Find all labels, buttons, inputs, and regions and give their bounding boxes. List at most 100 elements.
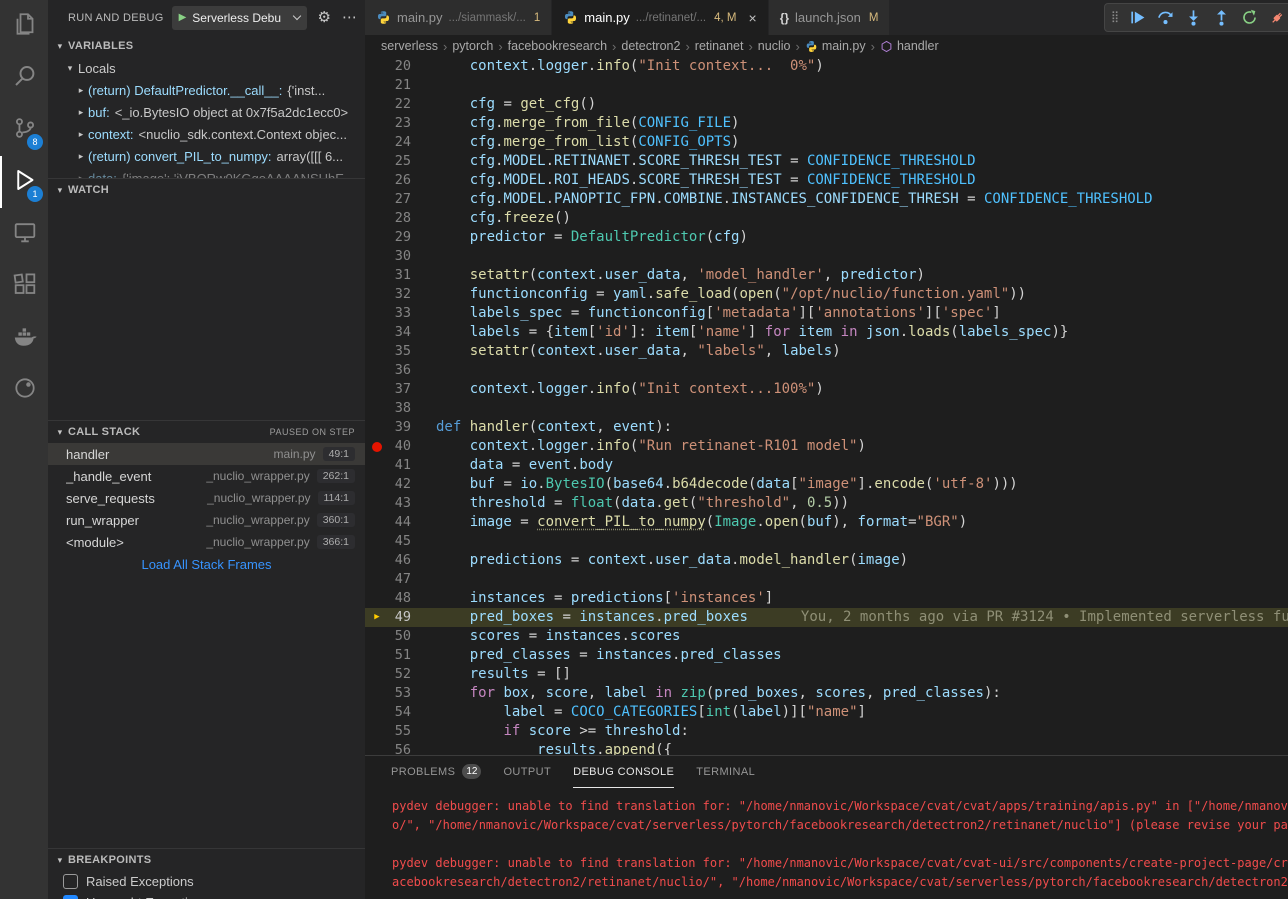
line-number[interactable]: 28	[389, 209, 411, 228]
code-editor[interactable]: 20 context.logger.info("Init context... …	[365, 57, 1288, 755]
line-number[interactable]: 36	[389, 361, 411, 380]
line-number[interactable]: 50	[389, 627, 411, 646]
code-line-31[interactable]: 31 setattr(context.user_data, 'model_han…	[365, 266, 1288, 285]
code-line-40[interactable]: 40 context.logger.info("Run retinanet-R1…	[365, 437, 1288, 456]
restart-button[interactable]	[1239, 8, 1259, 28]
line-number[interactable]: 39	[389, 418, 411, 437]
line-number[interactable]: 51	[389, 646, 411, 665]
activity-item-explorer[interactable]	[0, 0, 48, 52]
code-line-28[interactable]: 28 cfg.freeze()	[365, 209, 1288, 228]
line-number[interactable]: 22	[389, 95, 411, 114]
variable-row[interactable]: ▸context:<nuclio_sdk.context.Context obj…	[48, 123, 365, 145]
breakpoints-header[interactable]: ▾ BREAKPOINTS	[48, 849, 365, 871]
line-number[interactable]: 38	[389, 399, 411, 418]
activity-item-nuclio[interactable]	[0, 364, 48, 416]
step-over-button[interactable]	[1155, 8, 1175, 28]
watch-header[interactable]: ▾ WATCH	[48, 179, 365, 201]
close-icon[interactable]: ×	[749, 10, 757, 26]
more-actions-icon[interactable]: ⋯	[342, 10, 357, 25]
line-number[interactable]: 27	[389, 190, 411, 209]
breadcrumb-item-facebookresearch[interactable]: facebookresearch	[508, 39, 607, 53]
code-line-33[interactable]: 33 labels_spec = functionconfig['metadat…	[365, 304, 1288, 323]
code-line-45[interactable]: 45	[365, 532, 1288, 551]
variables-scope-locals[interactable]: ▾ Locals	[48, 57, 365, 79]
line-number[interactable]: 56	[389, 741, 411, 755]
line-number[interactable]: 26	[389, 171, 411, 190]
stack-frame-row[interactable]: _handle_event_nuclio_wrapper.py262:1	[48, 465, 365, 487]
panel-tab-debug-console[interactable]: DEBUG CONSOLE	[573, 756, 674, 788]
code-line-53[interactable]: 53 for box, score, label in zip(pred_box…	[365, 684, 1288, 703]
variable-row[interactable]: ▸data:{'image': 'iVBORw0KGgoAAAANSUhE...	[48, 167, 365, 178]
line-number[interactable]: 40	[389, 437, 411, 456]
stack-frame-row[interactable]: run_wrapper_nuclio_wrapper.py360:1	[48, 509, 365, 531]
breakpoint-row[interactable]: Raised Exceptions	[48, 871, 365, 892]
breadcrumb-item-handler[interactable]: handler	[880, 39, 939, 53]
code-line-36[interactable]: 36	[365, 361, 1288, 380]
code-line-55[interactable]: 55 if score >= threshold:	[365, 722, 1288, 741]
editor-tab-launch.json[interactable]: {}launch.jsonM	[769, 0, 891, 35]
breadcrumb-item-pytorch[interactable]: pytorch	[452, 39, 493, 53]
panel-tab-output[interactable]: OUTPUT	[503, 756, 551, 788]
breakpoint-checkbox[interactable]: ✓	[63, 895, 78, 899]
code-line-56[interactable]: 56 results.append({	[365, 741, 1288, 755]
line-number[interactable]: 25	[389, 152, 411, 171]
gear-icon[interactable]: ⚙	[318, 10, 331, 25]
line-number[interactable]: 35	[389, 342, 411, 361]
code-line-26[interactable]: 26 cfg.MODEL.ROI_HEADS.SCORE_THRESH_TEST…	[365, 171, 1288, 190]
line-number[interactable]: 48	[389, 589, 411, 608]
line-number[interactable]: 32	[389, 285, 411, 304]
line-number[interactable]: 52	[389, 665, 411, 684]
activity-item-docker[interactable]	[0, 312, 48, 364]
step-into-button[interactable]	[1183, 8, 1203, 28]
line-number[interactable]: 33	[389, 304, 411, 323]
line-number[interactable]: 55	[389, 722, 411, 741]
code-line-20[interactable]: 20 context.logger.info("Init context... …	[365, 57, 1288, 76]
code-line-37[interactable]: 37 context.logger.info("Init context...1…	[365, 380, 1288, 399]
line-number[interactable]: 37	[389, 380, 411, 399]
code-line-49[interactable]: ▶49 pred_boxes = instances.pred_boxesYou…	[365, 608, 1288, 627]
code-line-51[interactable]: 51 pred_classes = instances.pred_classes	[365, 646, 1288, 665]
line-number[interactable]: 47	[389, 570, 411, 589]
code-line-23[interactable]: 23 cfg.merge_from_file(CONFIG_FILE)	[365, 114, 1288, 133]
code-line-35[interactable]: 35 setattr(context.user_data, "labels", …	[365, 342, 1288, 361]
code-line-50[interactable]: 50 scores = instances.scores	[365, 627, 1288, 646]
code-line-54[interactable]: 54 label = COCO_CATEGORIES[int(label)]["…	[365, 703, 1288, 722]
code-line-21[interactable]: 21	[365, 76, 1288, 95]
variable-row[interactable]: ▸(return) DefaultPredictor.__call__:{'in…	[48, 79, 365, 101]
breakpoint-checkbox[interactable]	[63, 874, 78, 889]
code-line-48[interactable]: 48 instances = predictions['instances']	[365, 589, 1288, 608]
stack-frame-row[interactable]: <module>_nuclio_wrapper.py366:1	[48, 531, 365, 553]
code-line-22[interactable]: 22 cfg = get_cfg()	[365, 95, 1288, 114]
line-number[interactable]: 53	[389, 684, 411, 703]
line-number[interactable]: 41	[389, 456, 411, 475]
line-number[interactable]: 49	[389, 608, 411, 627]
breakpoint-row[interactable]: ✓Uncaught Exceptions	[48, 892, 365, 899]
activity-item-source-control[interactable]: 8	[0, 104, 48, 156]
editor-tab-main.py[interactable]: main.py.../siammask/...1	[365, 0, 552, 35]
code-line-32[interactable]: 32 functionconfig = yaml.safe_load(open(…	[365, 285, 1288, 304]
line-number[interactable]: 21	[389, 76, 411, 95]
load-all-stack-frames-link[interactable]: Load All Stack Frames	[48, 553, 365, 575]
line-number[interactable]: 45	[389, 532, 411, 551]
variable-row[interactable]: ▸buf:<_io.BytesIO object at 0x7f5a2dc1ec…	[48, 101, 365, 123]
code-line-44[interactable]: 44 image = convert_PIL_to_numpy(Image.op…	[365, 513, 1288, 532]
code-line-25[interactable]: 25 cfg.MODEL.RETINANET.SCORE_THRESH_TEST…	[365, 152, 1288, 171]
line-number[interactable]: 46	[389, 551, 411, 570]
breadcrumb-item-detectron2[interactable]: detectron2	[621, 39, 680, 53]
breakpoint-icon[interactable]	[372, 442, 382, 452]
line-number[interactable]: 34	[389, 323, 411, 342]
start-debugging-icon[interactable]: ▶	[179, 13, 187, 23]
code-line-42[interactable]: 42 buf = io.BytesIO(base64.b64decode(dat…	[365, 475, 1288, 494]
code-line-46[interactable]: 46 predictions = context.user_data.model…	[365, 551, 1288, 570]
step-out-button[interactable]	[1211, 8, 1231, 28]
line-number[interactable]: 44	[389, 513, 411, 532]
line-number[interactable]: 31	[389, 266, 411, 285]
breadcrumb-item-nuclio[interactable]: nuclio	[758, 39, 791, 53]
code-line-24[interactable]: 24 cfg.merge_from_list(CONFIG_OPTS)	[365, 133, 1288, 152]
variables-header[interactable]: ▾ VARIABLES	[48, 35, 365, 57]
editor-tab-main.py[interactable]: main.py.../retinanet/...4, M×	[552, 0, 768, 35]
activity-item-search[interactable]	[0, 52, 48, 104]
code-line-27[interactable]: 27 cfg.MODEL.PANOPTIC_FPN.COMBINE.INSTAN…	[365, 190, 1288, 209]
code-line-38[interactable]: 38	[365, 399, 1288, 418]
gutter-glyph-margin[interactable]: ▶	[365, 613, 389, 622]
